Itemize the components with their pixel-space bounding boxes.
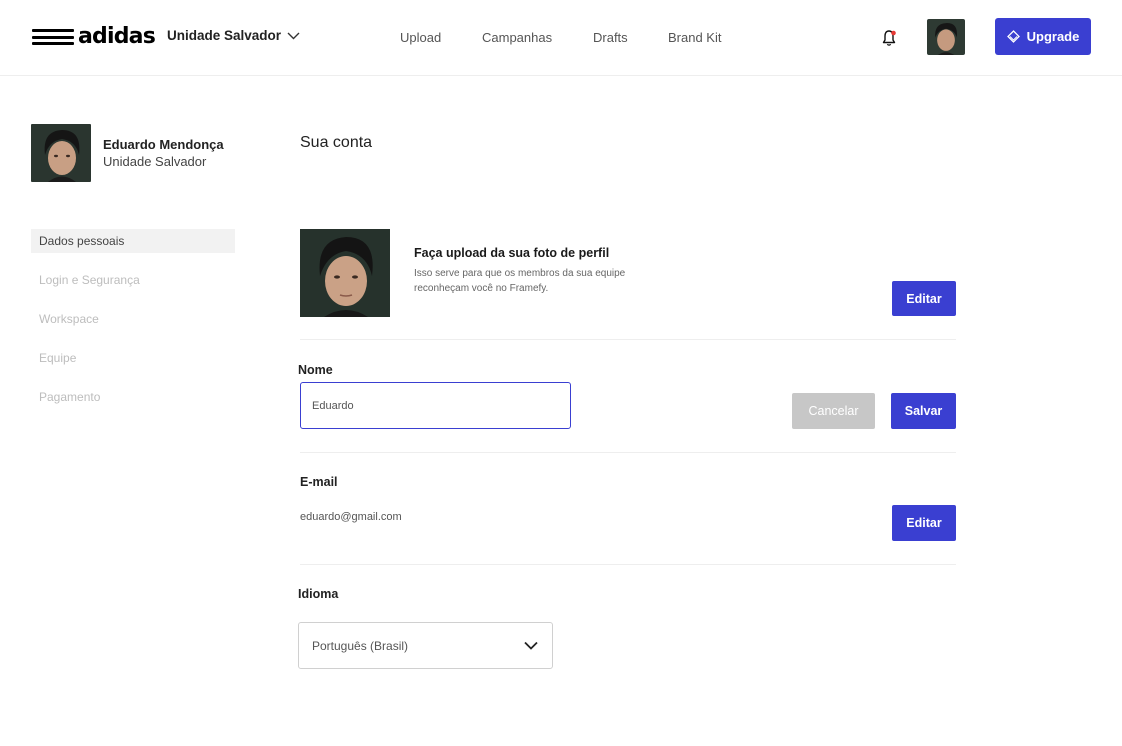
bell-icon[interactable] [881,29,897,47]
divider [300,564,956,565]
language-selected-value: Português (Brasil) [312,638,409,653]
edit-photo-button[interactable]: Editar [892,281,956,316]
sidebar-item-equipe[interactable]: Equipe [31,346,235,370]
adidas-logo[interactable]: adidas [32,24,156,50]
save-button[interactable]: Salvar [891,393,956,429]
chevron-down-icon [524,641,538,650]
upgrade-button[interactable]: Upgrade [995,18,1091,55]
profile-name: Eduardo Mendonça [103,137,224,152]
name-input[interactable] [300,382,571,429]
nav-brand-kit[interactable]: Brand Kit [668,30,721,45]
sidebar-item-dados-pessoais[interactable]: Dados pessoais [31,229,235,253]
language-label: Idioma [298,587,339,601]
nav-campanhas[interactable]: Campanhas [482,30,552,45]
page-title: Sua conta [300,134,373,151]
top-bar: adidas Unidade Salvador Upload Campanhas… [0,0,1122,76]
photo-upload-description: Isso serve para que os membros da sua eq… [414,268,626,294]
name-label: Nome [298,363,333,377]
sidebar-item-pagamento[interactable]: Pagamento [31,385,235,409]
logo-text: adidas [78,24,156,49]
profile-photo [300,229,390,317]
nav-upload[interactable]: Upload [400,30,441,45]
profile-unit: Unidade Salvador [103,154,207,169]
chevron-down-icon [287,32,300,39]
workspace-switcher[interactable]: Unidade Salvador [167,28,300,43]
user-avatar[interactable] [927,19,965,55]
cancel-button[interactable]: Cancelar [792,393,875,429]
logo-stripes-icon [32,29,74,45]
edit-email-button[interactable]: Editar [892,505,956,541]
upgrade-label: Upgrade [1026,29,1080,44]
workspace-name: Unidade Salvador [167,28,282,43]
language-select[interactable]: Português (Brasil) [298,622,553,669]
sidebar-item-workspace[interactable]: Workspace [31,307,235,331]
divider [300,339,956,340]
layers-icon [1006,30,1020,43]
photo-upload-title: Faça upload da sua foto de perfil [414,246,610,260]
email-value: eduardo@gmail.com [300,511,402,523]
divider [300,452,956,453]
sidebar-item-login-seguranca[interactable]: Login e Segurança [31,268,235,292]
nav-drafts[interactable]: Drafts [593,30,628,45]
email-label: E-mail [300,475,338,489]
profile-avatar [31,124,91,182]
